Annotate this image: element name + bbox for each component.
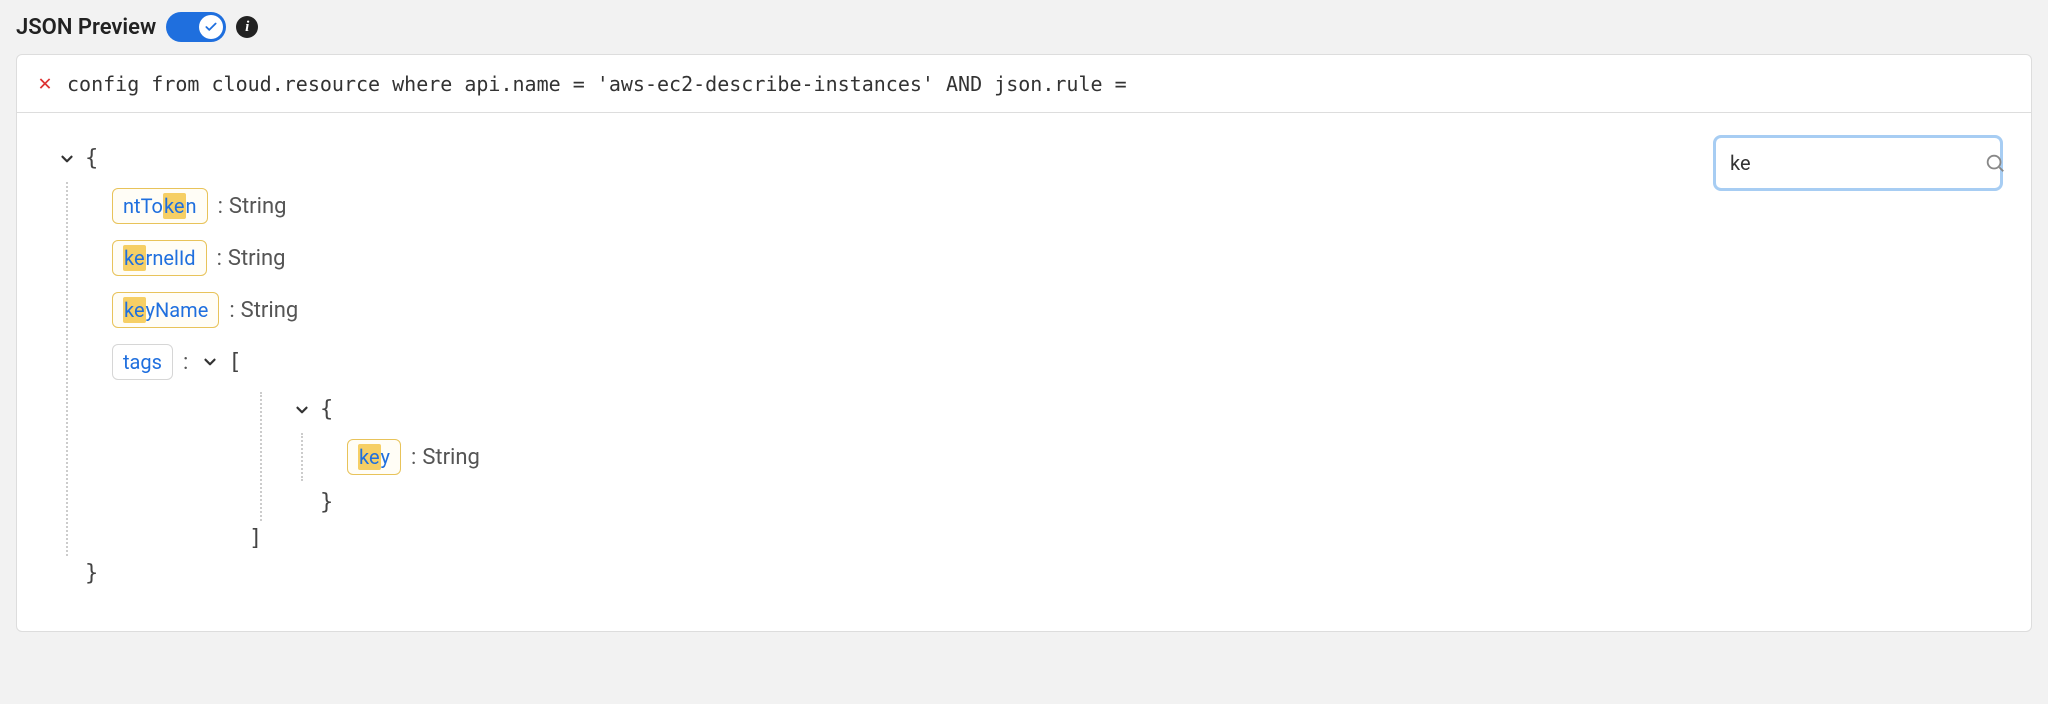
prop-tags: tags : [ — [112, 338, 1993, 386]
query-text[interactable]: config from cloud.resource where api.nam… — [67, 72, 1127, 96]
clear-query-button[interactable]: ✕ — [35, 71, 55, 96]
tree-row-root-close: } — [55, 556, 1993, 591]
brace-close: } — [320, 485, 333, 520]
brace-close: } — [85, 556, 98, 591]
info-icon[interactable]: i — [236, 16, 258, 38]
prop-nttoken: ntToken : String — [112, 182, 1993, 230]
key-tags[interactable]: tags — [112, 344, 173, 380]
key-kernelid[interactable]: kernelId — [112, 240, 207, 276]
tree-row-array-close: ] — [112, 521, 1993, 556]
prop-key: key : String — [347, 433, 1993, 481]
tree-row-root-open: { — [55, 141, 1993, 176]
tree-row-obj-open: { — [290, 392, 1993, 427]
obj-children: key : String — [303, 433, 1993, 481]
type-string: String — [229, 189, 287, 224]
colon: : — [229, 293, 234, 328]
caret-icon[interactable] — [290, 401, 314, 419]
check-icon — [204, 20, 218, 34]
brace-open: { — [320, 392, 333, 427]
type-string: String — [228, 241, 286, 276]
type-string: String — [422, 440, 480, 475]
root-children: ntToken : String kernelId : String keyNa… — [68, 182, 1993, 556]
bracket-open: [ — [228, 345, 241, 380]
key-keyname[interactable]: keyName — [112, 292, 219, 328]
tree-row-obj-close: } — [290, 485, 1993, 520]
array-children: { key : String — [262, 392, 1993, 520]
toggle-knob — [199, 15, 223, 39]
query-bar: ✕ config from cloud.resource where api.n… — [17, 55, 2031, 113]
query-panel: ✕ config from cloud.resource where api.n… — [16, 54, 2032, 632]
obj-line: key : String — [301, 433, 1993, 481]
type-string: String — [241, 293, 299, 328]
header: JSON Preview i — [0, 0, 2048, 54]
colon: : — [218, 189, 223, 224]
colon: : — [183, 345, 188, 380]
colon: : — [217, 241, 222, 276]
bracket-close: ] — [249, 521, 262, 556]
page-title: JSON Preview — [16, 15, 156, 40]
colon: : — [411, 440, 416, 475]
prop-keyname: keyName : String — [112, 286, 1993, 334]
tree-root: { ntToken : String kernelId : String — [55, 141, 1993, 591]
json-tree: { ntToken : String kernelId : String — [17, 113, 2031, 631]
key-key[interactable]: key — [347, 439, 401, 475]
array-line: { key : String — [260, 392, 1993, 520]
caret-icon[interactable] — [55, 150, 79, 168]
prop-kernelid: kernelId : String — [112, 234, 1993, 282]
json-preview-toggle[interactable] — [166, 12, 226, 42]
caret-icon[interactable] — [198, 353, 222, 371]
key-nttoken[interactable]: ntToken — [112, 188, 208, 224]
brace-open: { — [85, 141, 98, 176]
root-line: ntToken : String kernelId : String keyNa… — [66, 182, 1993, 556]
